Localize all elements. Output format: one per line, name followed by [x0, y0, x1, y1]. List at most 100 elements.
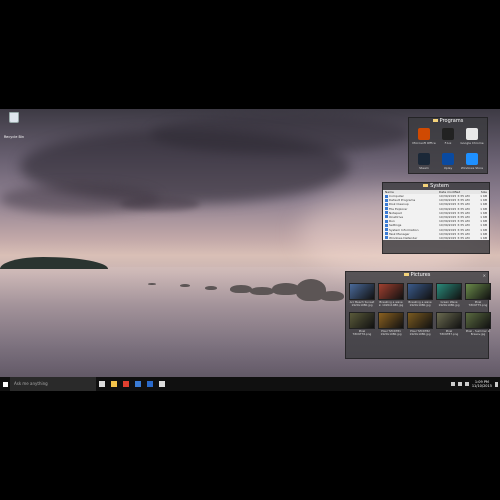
- folder-icon: [403, 272, 409, 276]
- shortcut-icon: [385, 202, 388, 206]
- pictures-panel: Pictures ✕ Arc Beach Sunset 1920x1080.jp…: [345, 271, 491, 359]
- picture-thumbnail: [436, 312, 462, 329]
- office-icon: [418, 128, 430, 140]
- mail-icon: [147, 381, 153, 387]
- picture-thumbnail: [436, 283, 462, 300]
- picture-item[interactable]: Pixel TZCKT87.png: [436, 312, 462, 337]
- program-item[interactable]: Microsoft Office: [412, 128, 436, 151]
- pictures-title-bar[interactable]: Pictures ✕: [346, 272, 488, 279]
- taskbar-app-button[interactable]: [132, 377, 144, 391]
- file-name-cell: Windows Defender: [383, 236, 439, 240]
- file-size: 1 KB: [480, 235, 487, 240]
- store-icon: [466, 153, 478, 165]
- taskbar-app-button[interactable]: [108, 377, 120, 391]
- picture-thumbnail: [407, 312, 433, 329]
- task-view-icon: [99, 381, 105, 387]
- shortcut-icon: [385, 215, 388, 219]
- program-item[interactable]: Uplay: [436, 153, 460, 176]
- clock[interactable]: 1:09 PM 11/10/2015: [472, 380, 492, 388]
- taskbar-app-button[interactable]: [96, 377, 108, 391]
- shortcut-icon: [385, 228, 388, 231]
- rock: [180, 284, 190, 287]
- picture-thumbnail: [465, 283, 491, 300]
- program-label: Uplay: [443, 166, 453, 170]
- picture-thumbnail: [378, 283, 404, 300]
- shortcut-icon: [385, 223, 388, 227]
- shortcut-icon: [385, 194, 388, 198]
- folder-icon: [423, 183, 429, 187]
- chrome-icon: [466, 128, 478, 140]
- island: [0, 257, 108, 269]
- programs-panel: Programs Microsoft Office F.lux Google Chr…: [408, 117, 488, 174]
- file-date: 10/30/2015 3:35 AM: [439, 235, 470, 240]
- program-label: Windows Store: [460, 166, 484, 170]
- system-title: System: [430, 183, 449, 189]
- programs-grid: Microsoft Office F.lux Google Chrome Steam U…: [409, 125, 487, 176]
- rock: [230, 285, 252, 293]
- picture-item[interactable]: Pixel - Summer in Brasov.jpg: [465, 312, 491, 337]
- shortcut-icon: [385, 236, 388, 240]
- programs-title-bar[interactable]: Programs: [409, 118, 487, 125]
- picture-item[interactable]: Pixel TZCKT82 1920x1080.jpg: [407, 312, 433, 337]
- rock: [250, 287, 274, 295]
- clock-date: 11/10/2015: [471, 384, 492, 388]
- cloud: [120, 197, 200, 211]
- recycle-bin-label: Recycle Bin: [3, 135, 25, 139]
- picture-thumbnail: [349, 283, 375, 300]
- recycle-bin-icon: [9, 112, 19, 123]
- program-item[interactable]: F.lux: [436, 128, 460, 151]
- picture-thumbnail: [349, 312, 375, 329]
- picture-label: Breaking a wave in 1920x1080.jpg: [378, 301, 404, 308]
- program-label: F.lux: [444, 141, 452, 145]
- program-item[interactable]: Google Chrome: [460, 128, 484, 151]
- chevron-up-icon[interactable]: [450, 382, 455, 386]
- volume-icon[interactable]: [464, 382, 469, 386]
- picture-label: Pixel TZCKT87.png: [439, 330, 459, 337]
- uplay-icon: [442, 153, 454, 165]
- program-item[interactable]: Steam: [412, 153, 436, 176]
- folder-icon: [432, 118, 438, 122]
- file-row[interactable]: Windows Defender 10/30/2015 3:35 AM 1 KB: [383, 236, 489, 240]
- taskbar-apps: [96, 377, 168, 391]
- pictures-grid: Arc Beach Sunset 1920x1080.jpg Breaking a…: [346, 279, 491, 341]
- picture-label: Pixel TZCKT82 1920x1080.jpg: [409, 330, 431, 337]
- shortcut-icon: [385, 232, 388, 236]
- system-title-bar[interactable]: System: [383, 183, 489, 190]
- flux-icon: [442, 128, 454, 140]
- system-panel: System Name Date modified Size Computer 1…: [382, 182, 490, 254]
- system-file-list: Computer 10/30/2015 3:35 AM 1 KB Default Pr…: [383, 194, 489, 241]
- network-icon[interactable]: [457, 382, 462, 386]
- start-button[interactable]: [0, 377, 10, 391]
- picture-label: Breaking a wave 1920x1080.jpg: [408, 301, 432, 308]
- pictures-title: Pictures: [410, 272, 431, 278]
- picture-item[interactable]: Arc Beach Sunset 1920x1080.jpg: [349, 283, 375, 308]
- taskbar-app-button[interactable]: [144, 377, 156, 391]
- picture-item[interactable]: Breaking a wave 1920x1080.jpg: [407, 283, 433, 308]
- close-icon[interactable]: ✕: [483, 272, 486, 279]
- taskbar-app-button[interactable]: [120, 377, 132, 391]
- picture-label: Green Wave 1920x1080.jpg: [438, 301, 460, 308]
- picture-item[interactable]: Pixel TZCKT76.png: [349, 312, 375, 337]
- notification-icon[interactable]: [495, 381, 498, 387]
- picture-label: Arc Beach Sunset 1920x1080.jpg: [349, 301, 375, 308]
- system-tray: 1:09 PM 11/10/2015: [450, 377, 498, 391]
- picture-item[interactable]: Pixel TZCKT75.png: [465, 283, 491, 308]
- picture-thumbnail: [378, 312, 404, 329]
- program-item[interactable]: Windows Store: [460, 153, 484, 176]
- file-explorer-icon: [111, 381, 117, 387]
- picture-label: Pixel TZCKT75.png: [468, 301, 488, 308]
- picture-thumbnail: [407, 283, 433, 300]
- picture-label: Pixel - Summer in Brasov.jpg: [465, 330, 491, 337]
- picture-item[interactable]: Breaking a wave in 1920x1080.jpg: [378, 283, 404, 308]
- search-box[interactable]: Ask me anything: [10, 377, 96, 391]
- picture-thumbnail: [465, 312, 491, 329]
- shortcut-icon: [385, 207, 388, 211]
- taskbar-app-button[interactable]: [156, 377, 168, 391]
- recycle-bin[interactable]: Recycle Bin: [3, 112, 25, 142]
- picture-label: Pixel TZCKT76.png: [352, 330, 372, 337]
- settings-icon: [159, 381, 165, 387]
- picture-item[interactable]: Green Wave 1920x1080.jpg: [436, 283, 462, 308]
- shortcut-icon: [385, 198, 388, 202]
- picture-item[interactable]: Pixel TZCKT81 1920x1080.jpg: [378, 312, 404, 337]
- shortcut-icon: [385, 219, 388, 223]
